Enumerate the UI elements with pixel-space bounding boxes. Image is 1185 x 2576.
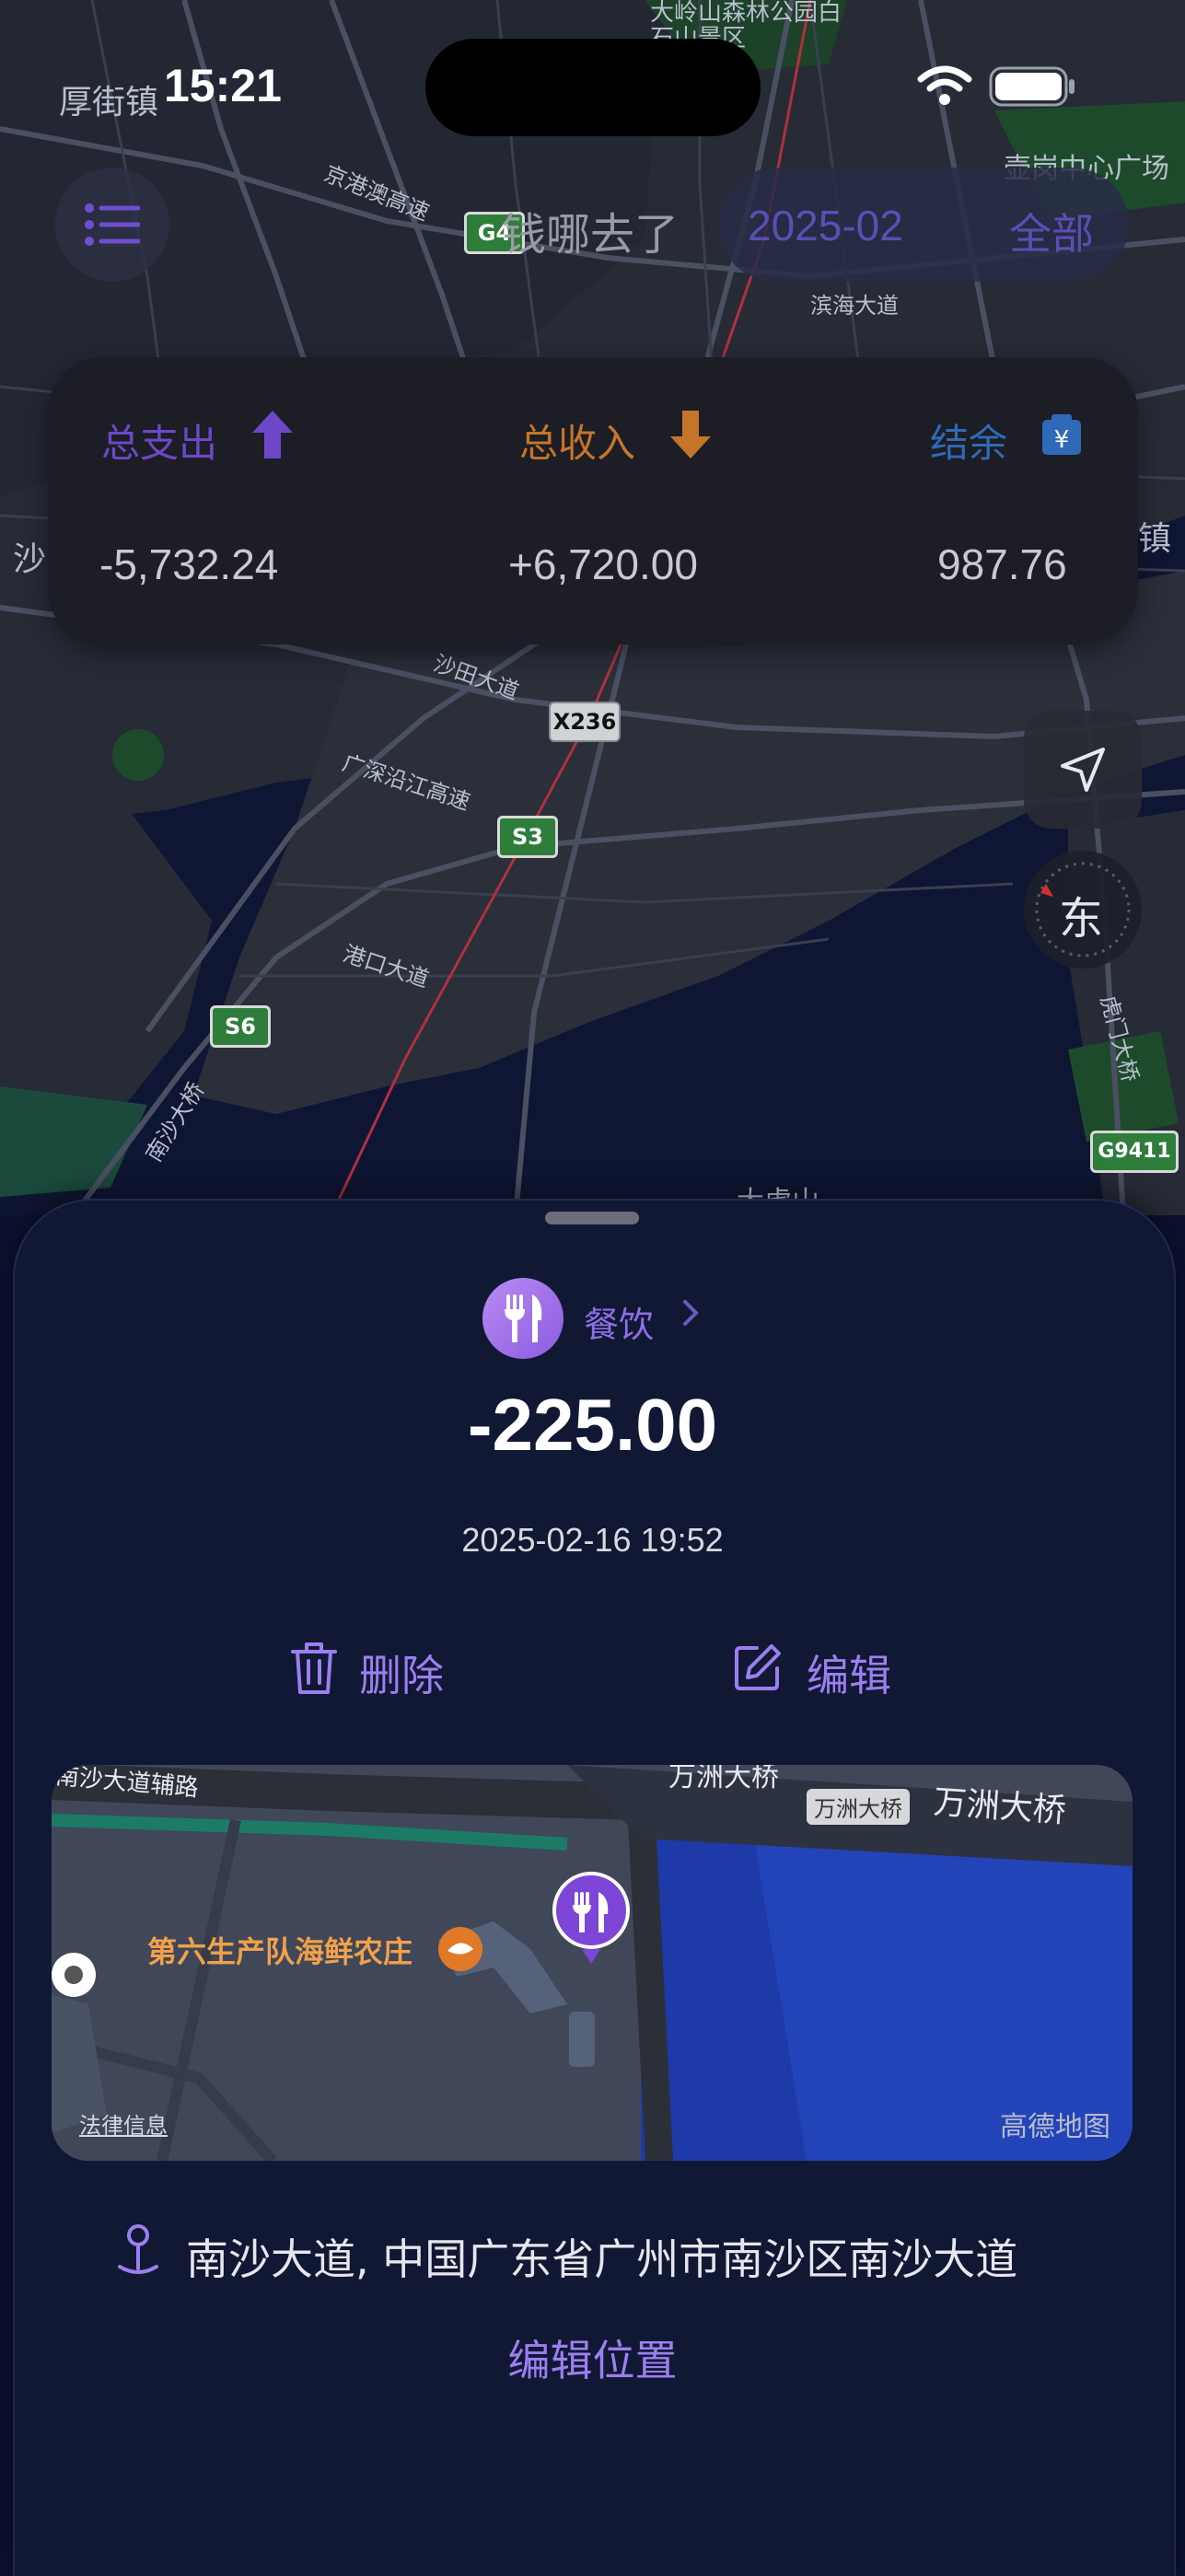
minimap-bridge-name: 万洲大桥 [932, 1783, 1068, 1830]
highway-shield: X236 [549, 702, 621, 742]
app-title: 钱哪去了 [502, 209, 680, 261]
edit-icon [733, 1642, 783, 1696]
month-selector[interactable]: 2025-02 [748, 201, 903, 250]
transaction-amount: -225.00 [467, 1384, 718, 1466]
locate-button[interactable] [1024, 711, 1142, 829]
expense-label: 总支出 [101, 421, 218, 466]
map-label-sha: 沙 [13, 540, 47, 578]
location-pin-icon [114, 2222, 162, 2287]
transaction-datetime: 2025-02-16 19:52 [461, 1521, 724, 1559]
legal-info-link[interactable]: 法律信息 [79, 2107, 168, 2140]
highway-shield: S6 [210, 1005, 271, 1048]
summary-card: 总支出 总收入 结余 ¥ -5,732.24 +6,720.00 987.76 [48, 357, 1138, 644]
arrow-down-icon [670, 411, 711, 462]
sheet-grabber[interactable] [545, 1212, 639, 1224]
arrow-up-icon [252, 411, 293, 462]
minimap-road-label: 万洲大桥 [668, 1765, 779, 1793]
balance-label: 结余 [930, 421, 1008, 466]
edit-location-button[interactable]: 编辑位置 [0, 2327, 1185, 2388]
balance-value: 987.76 [937, 540, 1067, 588]
location-minimap[interactable]: 南沙大道辅路 万洲大桥 万洲大桥 万洲大桥 第六生产队海鲜农庄 法律信息 高德地… [52, 1765, 1133, 2161]
minimap-bridge-tag: 万洲大桥 [807, 1789, 910, 1825]
map-label-town-right: 镇 [1138, 520, 1172, 558]
map-label-town: 厚街镇 [59, 84, 159, 122]
address-text: 南沙大道, 中国广东省广州市南沙区南沙大道 [186, 2234, 1018, 2284]
minimap-poi-label: 第六生产队海鲜农庄 [147, 1934, 413, 1969]
menu-button[interactable] [55, 168, 169, 282]
list-icon [85, 203, 141, 250]
map-label-road: 滨海大道 [810, 293, 899, 319]
transaction-pin-icon [549, 1872, 633, 1971]
map-provider-logo: 高德地图 [1000, 2111, 1110, 2143]
dynamic-island [425, 39, 761, 136]
battery-icon [989, 66, 1077, 110]
current-location-icon [52, 1949, 101, 2004]
income-label: 总收入 [519, 421, 636, 466]
location-arrow-icon [1059, 746, 1107, 797]
fork-knife-icon [503, 1294, 543, 1346]
compass-label: 东 [1059, 893, 1104, 945]
category-name[interactable]: 餐饮 [584, 1296, 654, 1347]
seafood-poi-icon [435, 1925, 486, 1977]
chevron-right-icon [681, 1294, 702, 1340]
edit-label: 编辑 [807, 1651, 891, 1700]
compass-button[interactable]: 东 [1024, 851, 1142, 969]
highway-shield: S3 [497, 816, 558, 858]
delete-label: 删除 [359, 1651, 444, 1700]
svg-text:¥: ¥ [1054, 426, 1070, 454]
category-badge[interactable] [482, 1278, 563, 1359]
status-time: 15:21 [164, 60, 282, 111]
highway-shield: G9411 [1090, 1131, 1179, 1173]
trash-icon [291, 1641, 337, 1700]
income-value: +6,720.00 [508, 540, 698, 588]
wallet-icon: ¥ [1040, 412, 1083, 460]
scope-selector[interactable]: 全部 [1009, 201, 1094, 261]
wifi-icon [917, 64, 972, 110]
expense-value: -5,732.24 [99, 540, 279, 588]
